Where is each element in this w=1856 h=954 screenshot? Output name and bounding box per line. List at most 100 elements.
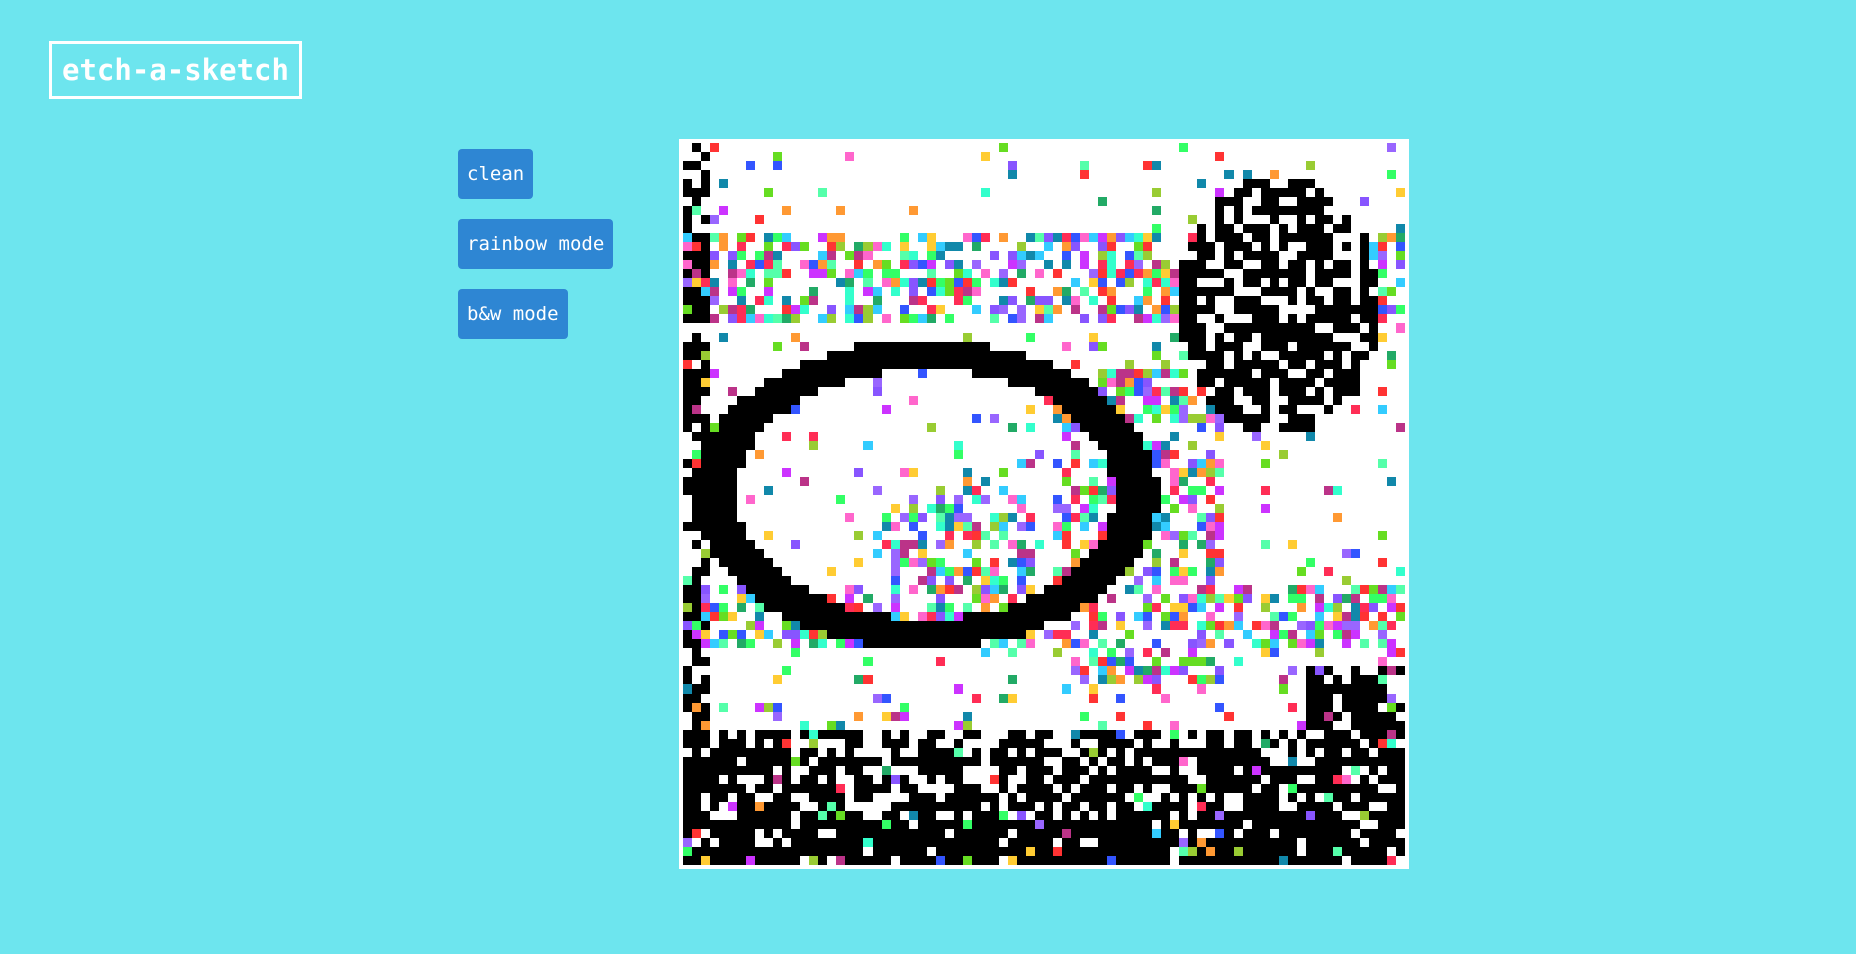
grid-cell[interactable] [1332, 567, 1342, 577]
grid-cell[interactable] [1341, 287, 1351, 297]
grid-cell[interactable] [719, 603, 729, 613]
grid-cell[interactable] [719, 630, 729, 640]
grid-cell[interactable] [1233, 422, 1243, 432]
grid-cell[interactable] [827, 314, 837, 324]
grid-cell[interactable] [1161, 161, 1171, 171]
grid-cell[interactable] [755, 684, 765, 694]
grid-cell[interactable] [1143, 278, 1153, 288]
grid-cell[interactable] [881, 395, 891, 405]
grid-cell[interactable] [1152, 603, 1162, 613]
grid-cell[interactable] [1395, 630, 1405, 640]
grid-cell[interactable] [1350, 179, 1360, 189]
grid-cell[interactable] [1098, 594, 1108, 604]
grid-cell[interactable] [1034, 639, 1044, 649]
grid-cell[interactable] [854, 621, 864, 631]
grid-cell[interactable] [737, 431, 747, 441]
grid-cell[interactable] [800, 440, 810, 450]
grid-cell[interactable] [1098, 540, 1108, 550]
grid-cell[interactable] [1359, 666, 1369, 676]
grid-cell[interactable] [1170, 476, 1180, 486]
grid-cell[interactable] [1260, 630, 1270, 640]
grid-cell[interactable] [944, 287, 954, 297]
grid-cell[interactable] [1251, 305, 1261, 315]
grid-cell[interactable] [1296, 621, 1306, 631]
grid-cell[interactable] [1314, 359, 1324, 369]
grid-cell[interactable] [989, 621, 999, 631]
grid-cell[interactable] [1134, 233, 1144, 243]
grid-cell[interactable] [890, 576, 900, 586]
grid-cell[interactable] [935, 639, 945, 649]
grid-cell[interactable] [917, 594, 927, 604]
grid-cell[interactable] [1125, 648, 1135, 658]
grid-cell[interactable] [827, 359, 837, 369]
grid-cell[interactable] [764, 431, 774, 441]
grid-cell[interactable] [854, 666, 864, 676]
grid-cell[interactable] [755, 251, 765, 261]
grid-cell[interactable] [971, 702, 981, 712]
grid-cell[interactable] [836, 296, 846, 306]
grid-cell[interactable] [728, 449, 738, 459]
grid-cell[interactable] [1314, 368, 1324, 378]
grid-cell[interactable] [1125, 404, 1135, 414]
grid-cell[interactable] [836, 666, 846, 676]
grid-cell[interactable] [701, 422, 711, 432]
grid-cell[interactable] [1161, 657, 1171, 667]
grid-cell[interactable] [782, 540, 792, 550]
grid-cell[interactable] [1025, 251, 1035, 261]
grid-cell[interactable] [1206, 603, 1216, 613]
grid-cell[interactable] [818, 431, 828, 441]
grid-cell[interactable] [836, 233, 846, 243]
grid-cell[interactable] [1359, 522, 1369, 532]
grid-cell[interactable] [1215, 395, 1225, 405]
grid-cell[interactable] [1305, 350, 1315, 360]
grid-cell[interactable] [1341, 170, 1351, 180]
grid-cell[interactable] [1242, 305, 1252, 315]
grid-cell[interactable] [683, 485, 693, 495]
grid-cell[interactable] [1368, 188, 1378, 198]
grid-cell[interactable] [1034, 576, 1044, 586]
grid-cell[interactable] [1287, 233, 1297, 243]
grid-cell[interactable] [764, 395, 774, 405]
grid-cell[interactable] [692, 242, 702, 252]
grid-cell[interactable] [818, 224, 828, 234]
grid-cell[interactable] [755, 287, 765, 297]
grid-cell[interactable] [881, 594, 891, 604]
grid-cell[interactable] [764, 603, 774, 613]
grid-cell[interactable] [1080, 576, 1090, 586]
grid-cell[interactable] [1314, 188, 1324, 198]
grid-cell[interactable] [1206, 549, 1216, 559]
grid-cell[interactable] [1125, 242, 1135, 252]
grid-cell[interactable] [1034, 684, 1044, 694]
grid-cell[interactable] [1305, 549, 1315, 559]
grid-cell[interactable] [683, 251, 693, 261]
grid-cell[interactable] [764, 143, 774, 153]
grid-cell[interactable] [935, 242, 945, 252]
grid-cell[interactable] [908, 603, 918, 613]
grid-cell[interactable] [827, 161, 837, 171]
grid-cell[interactable] [1062, 314, 1072, 324]
grid-cell[interactable] [791, 621, 801, 631]
grid-cell[interactable] [1107, 260, 1117, 270]
grid-cell[interactable] [1224, 684, 1234, 694]
grid-cell[interactable] [737, 386, 747, 396]
grid-cell[interactable] [1395, 648, 1405, 658]
grid-cell[interactable] [872, 657, 882, 667]
grid-cell[interactable] [1197, 143, 1207, 153]
grid-cell[interactable] [854, 440, 864, 450]
grid-cell[interactable] [755, 531, 765, 541]
grid-cell[interactable] [1323, 494, 1333, 504]
grid-cell[interactable] [737, 269, 747, 279]
grid-cell[interactable] [971, 242, 981, 252]
grid-cell[interactable] [1107, 657, 1117, 667]
grid-cell[interactable] [1116, 323, 1126, 333]
grid-cell[interactable] [1179, 305, 1189, 315]
grid-cell[interactable] [791, 666, 801, 676]
grid-cell[interactable] [863, 494, 873, 504]
grid-cell[interactable] [1071, 567, 1081, 577]
grid-cell[interactable] [1215, 197, 1225, 207]
grid-cell[interactable] [1287, 359, 1297, 369]
grid-cell[interactable] [1332, 242, 1342, 252]
grid-cell[interactable] [998, 386, 1008, 396]
grid-cell[interactable] [962, 170, 972, 180]
grid-cell[interactable] [1332, 431, 1342, 441]
